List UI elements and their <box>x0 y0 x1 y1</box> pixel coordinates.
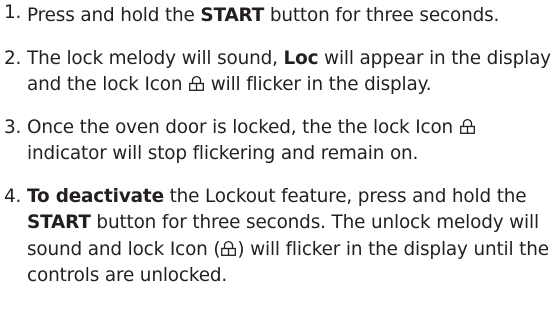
step-1: 1. Press and hold the START button for t… <box>0 0 556 30</box>
step-number: 3. <box>4 116 22 138</box>
step-text: Press and hold the <box>27 5 201 26</box>
deactivate-label: To deactivate <box>27 185 164 207</box>
start-button-label: START <box>200 5 265 26</box>
lock-icon <box>188 75 205 92</box>
lock-icon <box>220 240 237 257</box>
step-text: The lock melody will sound, <box>27 47 284 69</box>
step-text: the Lockout feature, press and hold the <box>163 185 527 207</box>
step-text: indicator will stop flickering and remai… <box>27 143 419 164</box>
step-2: 2. The lock melody will sound, Loc will … <box>0 46 556 99</box>
step-3: 3. Once the oven door is locked, the the… <box>0 115 556 168</box>
step-number: 4. <box>4 185 22 207</box>
step-text: will flicker in the display. <box>205 74 432 95</box>
step-text: Once the oven door is locked, the the lo… <box>27 116 459 138</box>
loc-display-text: Loc <box>283 47 319 69</box>
start-button-label: START <box>27 212 91 233</box>
step-number: 2. <box>4 47 22 69</box>
step-text: button for three seconds. <box>264 5 500 26</box>
step-number: 1. <box>4 2 22 23</box>
step-4: 4. To deactivate the Lockout feature, pr… <box>0 184 556 290</box>
instruction-list: 1. Press and hold the START button for t… <box>0 0 556 290</box>
lock-icon <box>459 118 476 135</box>
